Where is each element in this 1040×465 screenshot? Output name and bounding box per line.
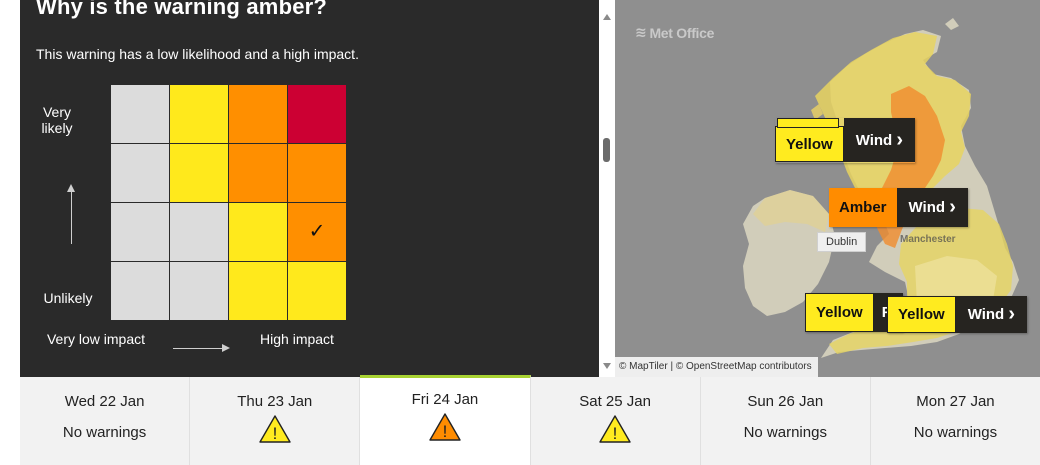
- right-arrow-icon: [173, 344, 230, 352]
- warning-type-label: Wind ›: [896, 188, 968, 227]
- matrix-cell: [229, 144, 287, 202]
- met-office-logo-icon: ≋: [635, 24, 647, 40]
- day-date: Mon 27 Jan: [916, 393, 995, 410]
- matrix-cell: [288, 262, 346, 320]
- checkmark-icon: ✓: [308, 220, 326, 243]
- scroll-up-icon[interactable]: [603, 14, 611, 20]
- matrix-cell: [229, 262, 287, 320]
- day-date: Sun 26 Jan: [747, 393, 824, 410]
- city-label-dublin: Dublin: [817, 232, 867, 252]
- risk-matrix: ✓: [111, 85, 347, 321]
- warning-explanation-panel: Why is the warning amber? This warning h…: [20, 0, 599, 377]
- exclamation-mark: !: [443, 422, 448, 441]
- up-arrow-icon: [67, 184, 75, 244]
- matrix-cell: [229, 85, 287, 143]
- warning-type-text: Wind: [908, 199, 946, 216]
- panel-scrollbar[interactable]: [599, 0, 615, 377]
- matrix-cell: [170, 85, 228, 143]
- day-date: Thu 23 Jan: [237, 393, 313, 410]
- day-tab-2[interactable]: Fri 24 Jan!: [360, 375, 531, 465]
- met-office-logo-text: Met Office: [649, 24, 715, 41]
- scroll-down-icon[interactable]: [603, 363, 611, 369]
- exclamation-mark: !: [272, 424, 277, 443]
- day-status: No warnings: [62, 424, 147, 441]
- map-attribution[interactable]: © MapTiler | © OpenStreetMap contributor…: [615, 357, 818, 377]
- y-axis-top-label: Very likely: [41, 104, 73, 136]
- matrix-cell: [288, 85, 346, 143]
- warning-badge-yellow-wind-1[interactable]: Yellow Wind ›: [775, 118, 916, 163]
- amber-warning-icon: !: [428, 412, 462, 442]
- day-tabs: Wed 22 Jan No warnings Thu 23 Jan! Fri 24 J…: [20, 375, 1040, 465]
- chevron-right-icon: ›: [1008, 303, 1016, 325]
- matrix-cell: [170, 144, 228, 202]
- panel-title: Why is the warning amber?: [36, 0, 328, 19]
- exclamation-mark: !: [613, 424, 618, 443]
- warning-type-text: Wind: [967, 306, 1005, 323]
- matrix-cell-selected: ✓: [288, 203, 346, 261]
- day-tab-5[interactable]: Mon 27 Jan No warnings: [871, 377, 1040, 465]
- matrix-cell: [170, 203, 228, 261]
- scroll-thumb[interactable]: [603, 138, 610, 162]
- warning-type-text: Wind: [855, 131, 893, 149]
- chevron-right-icon: ›: [896, 128, 904, 151]
- y-axis-bottom-label: Unlikely: [43, 290, 93, 306]
- city-label-manchester: Manchester: [900, 234, 956, 245]
- matrix-cell: [111, 144, 169, 202]
- day-tab-1[interactable]: Thu 23 Jan!: [190, 377, 361, 465]
- matrix-cell: [111, 203, 169, 261]
- day-tab-3[interactable]: Sat 25 Jan!: [531, 377, 701, 465]
- warning-badge-amber-wind[interactable]: Amber Wind ›: [829, 188, 968, 227]
- day-tab-4[interactable]: Sun 26 Jan No warnings: [701, 377, 871, 465]
- day-tab-0[interactable]: Wed 22 Jan No warnings: [20, 377, 191, 465]
- day-status: No warnings: [743, 424, 827, 441]
- matrix-cell: [111, 85, 169, 143]
- day-status: No warnings: [913, 424, 998, 441]
- warning-level-label: Yellow: [887, 296, 956, 333]
- warning-level-label: Yellow: [805, 293, 874, 332]
- day-date: Wed 22 Jan: [64, 393, 145, 410]
- yellow-warning-icon: !: [598, 414, 632, 444]
- panel-subtitle: This warning has a low likelihood and a …: [36, 46, 359, 62]
- matrix-cell: [170, 262, 228, 320]
- day-date: Sat 25 Jan: [579, 393, 651, 410]
- x-axis-right-label: High impact: [260, 331, 334, 347]
- warning-level-label: Yellow: [775, 126, 844, 162]
- yellow-warning-icon: !: [258, 414, 292, 444]
- warning-type-label: Wind ›: [955, 296, 1028, 333]
- day-date: Fri 24 Jan: [411, 391, 479, 408]
- stacked-badge-edge: [777, 118, 839, 128]
- x-axis-left-label: Very low impact: [46, 331, 146, 347]
- warning-badge-yellow-wind-2[interactable]: Yellow Wind ›: [887, 296, 1028, 333]
- met-office-logo: ≋ Met Office: [635, 24, 714, 41]
- matrix-cell: [229, 203, 287, 261]
- chevron-right-icon: ›: [949, 196, 956, 218]
- matrix-cell: [111, 262, 169, 320]
- warning-map[interactable]: ≋ Met Office Manchester Dublin Yellow Wi…: [615, 0, 1040, 377]
- warning-level-label: Amber: [829, 188, 897, 227]
- warning-type-label: Wind ›: [843, 118, 916, 162]
- matrix-cell: [288, 144, 346, 202]
